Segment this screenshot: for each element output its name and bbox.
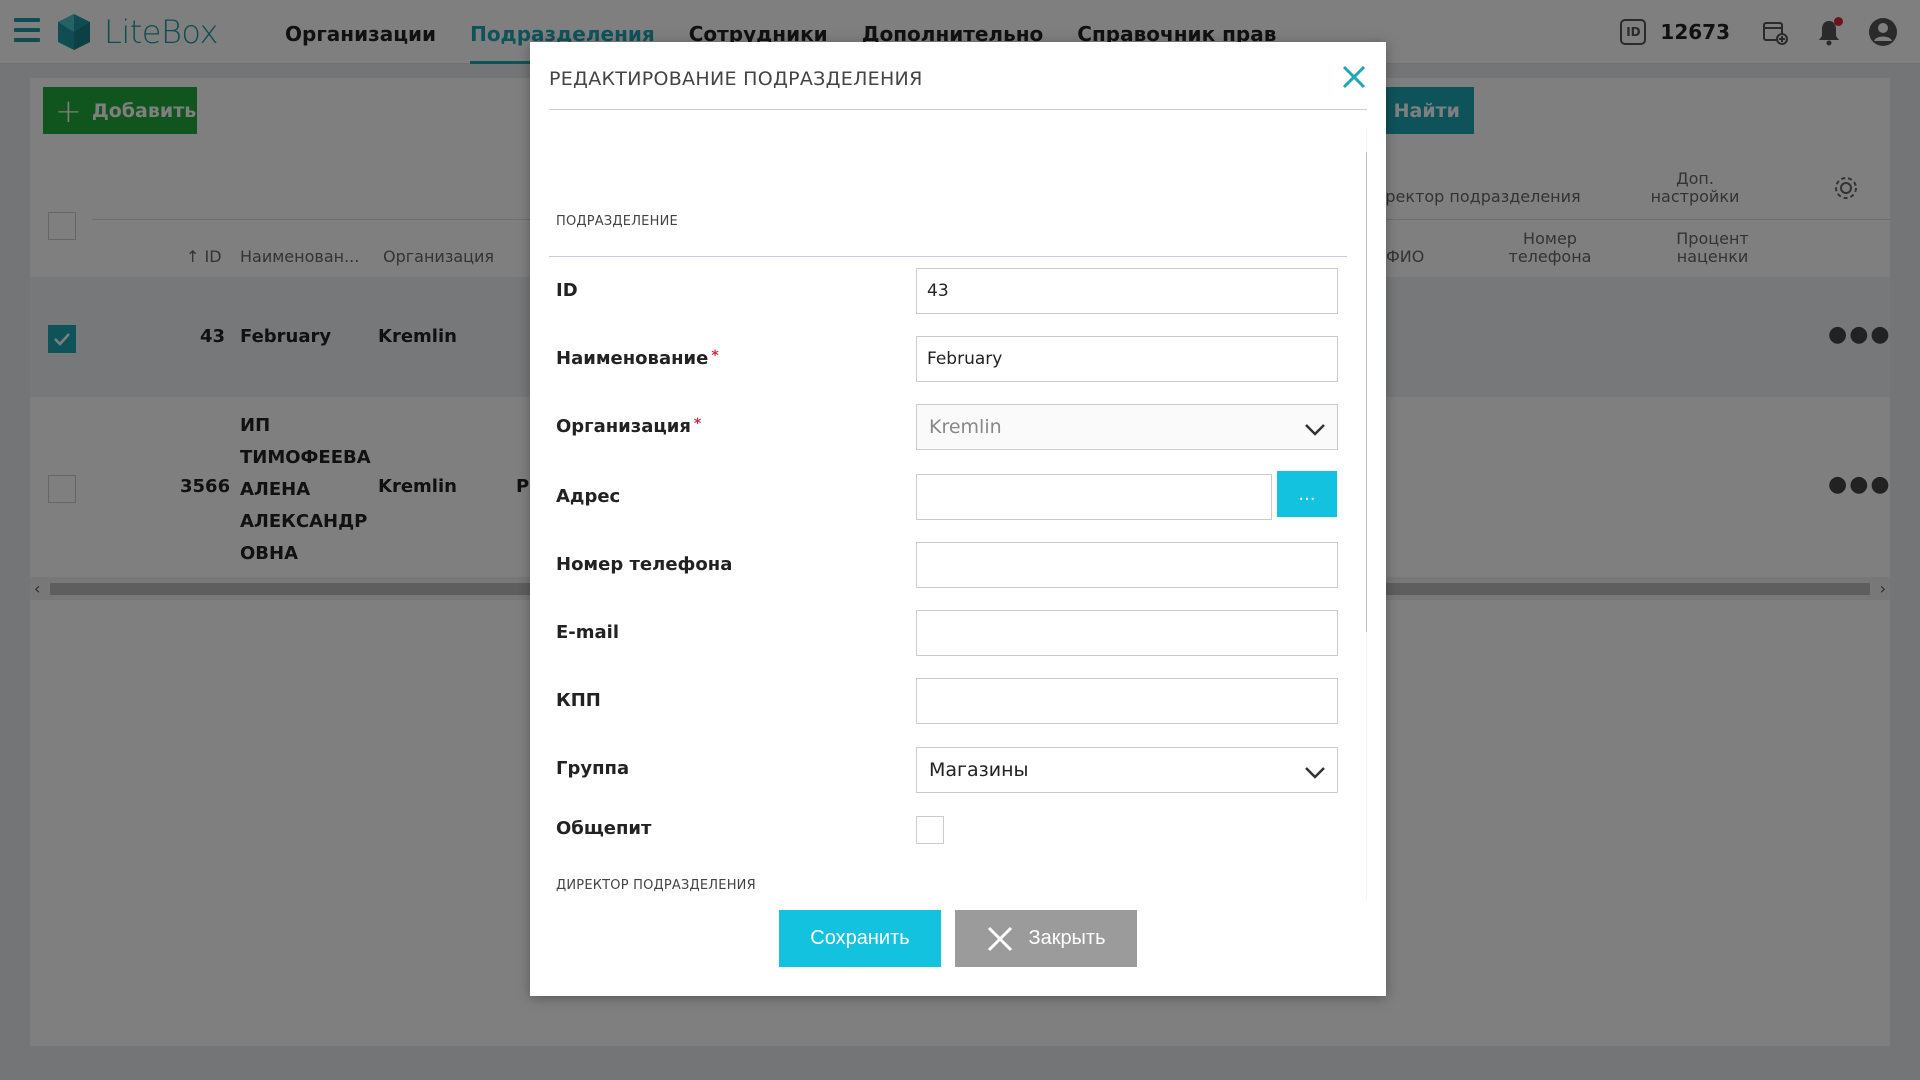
address-picker-button[interactable]: ... bbox=[1277, 471, 1337, 517]
group-label: Группа bbox=[556, 758, 630, 779]
chevron-down-icon bbox=[1305, 424, 1325, 436]
dialog-divider bbox=[549, 109, 1367, 110]
section-director-label: ДИРЕКТОР ПОДРАЗДЕЛЕНИЯ bbox=[556, 878, 756, 893]
kpp-field[interactable] bbox=[916, 678, 1338, 724]
name-field[interactable] bbox=[916, 336, 1338, 382]
catering-label: Общепит bbox=[556, 818, 652, 839]
scrollbar-thumb[interactable] bbox=[1366, 152, 1367, 632]
phone-field[interactable] bbox=[916, 542, 1338, 588]
catering-checkbox[interactable] bbox=[916, 816, 944, 844]
section-department-label: ПОДРАЗДЕЛЕНИЕ bbox=[556, 214, 678, 229]
chevron-down-icon bbox=[1305, 767, 1325, 779]
phone-label: Номер телефона bbox=[556, 554, 733, 575]
save-button[interactable]: Сохранить bbox=[779, 910, 941, 967]
id-field[interactable] bbox=[916, 268, 1338, 314]
edit-department-dialog: РЕДАКТИРОВАНИЕ ПОДРАЗДЕЛЕНИЯ ПОДРАЗДЕЛЕН… bbox=[530, 42, 1386, 996]
group-select[interactable]: Магазины bbox=[916, 747, 1338, 793]
dialog-scroll-area[interactable]: ПОДРАЗДЕЛЕНИЕ ID Наименование* Организац… bbox=[549, 130, 1367, 900]
name-label: Наименование * bbox=[556, 348, 719, 369]
id-label: ID bbox=[556, 280, 578, 301]
vertical-scrollbar[interactable] bbox=[1366, 130, 1367, 900]
section-divider bbox=[549, 256, 1347, 257]
email-label: E-mail bbox=[556, 622, 620, 643]
organization-select[interactable]: Kremlin bbox=[916, 404, 1338, 450]
email-field[interactable] bbox=[916, 610, 1338, 656]
close-icon bbox=[988, 926, 1013, 951]
address-field[interactable] bbox=[916, 474, 1272, 520]
address-label: Адрес bbox=[556, 486, 621, 507]
close-icon[interactable] bbox=[1337, 60, 1371, 94]
kpp-label: КПП bbox=[556, 690, 601, 711]
close-button[interactable]: Закрыть bbox=[955, 910, 1137, 967]
organization-label: Организация * bbox=[556, 416, 702, 437]
dialog-title: РЕДАКТИРОВАНИЕ ПОДРАЗДЕЛЕНИЯ bbox=[549, 68, 923, 90]
